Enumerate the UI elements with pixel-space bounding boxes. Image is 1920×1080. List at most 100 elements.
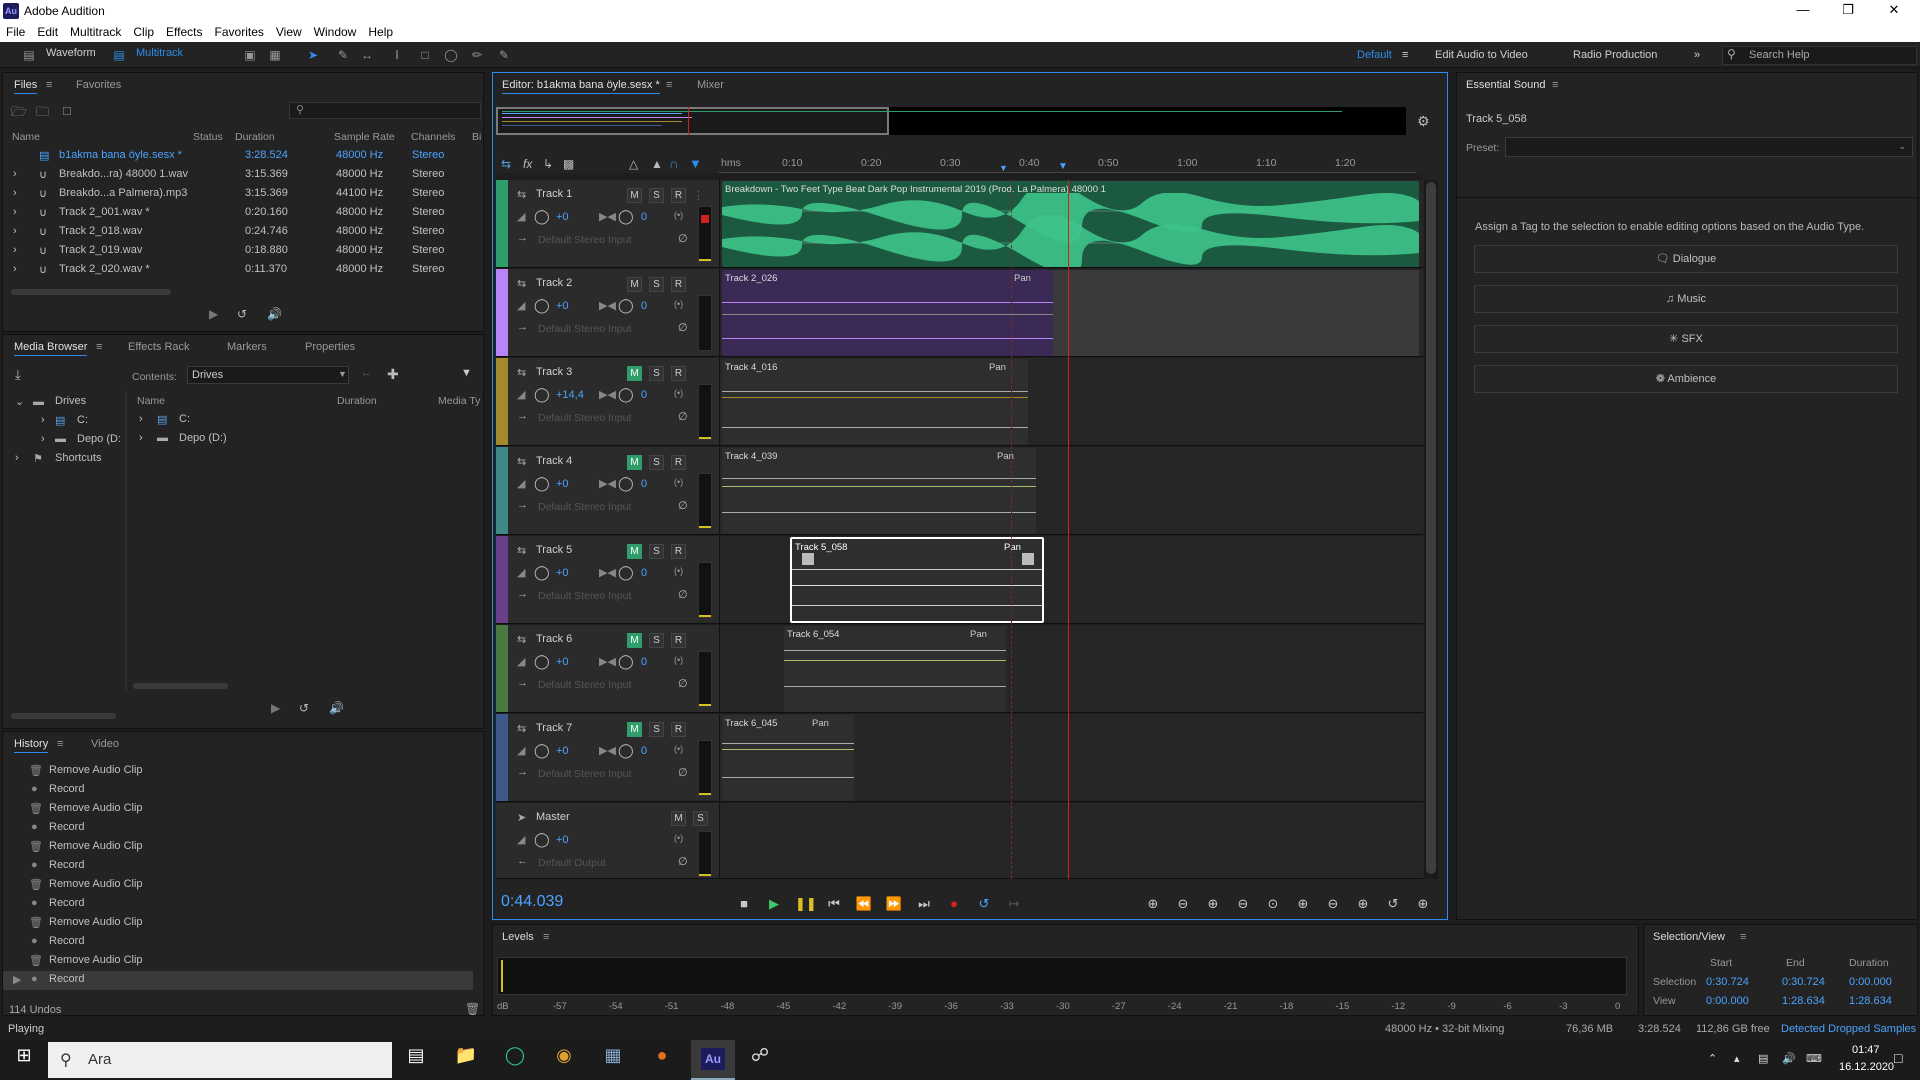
time-ruler[interactable]: hms 0:10 0:20 0:30 0:40 0:50 1:00 1:10 1… (719, 153, 1416, 173)
close-button[interactable]: ✕ (1874, 2, 1914, 20)
monitor-input-icon[interactable]: ⋮ (693, 189, 704, 202)
new-file-icon[interactable]: □ (63, 103, 71, 118)
phase-invert-icon[interactable]: ∅ (678, 588, 688, 601)
brush-icon[interactable]: ✏ (470, 48, 484, 62)
track-name[interactable]: Track 4 (536, 455, 572, 467)
levels-title[interactable]: Levels (502, 931, 534, 943)
volume-value[interactable]: +14,4 (556, 389, 584, 401)
input-select[interactable]: Default Stereo Input (538, 412, 631, 424)
menu-multitrack[interactable]: Multitrack (64, 22, 127, 39)
add-shortcut-icon[interactable]: ✚ (387, 366, 399, 383)
history-item-current[interactable]: ▶ ● Record (3, 971, 473, 990)
clear-history-icon[interactable]: 🗑 (465, 1002, 480, 1016)
pitch-icon[interactable]: ▦ (268, 48, 282, 62)
track-name[interactable]: Track 2 (536, 277, 572, 289)
volume-knob[interactable]: ◯ (534, 653, 550, 670)
workspace-radio[interactable]: Radio Production (1573, 49, 1657, 61)
files-search-input[interactable]: ⚲ (289, 102, 481, 119)
volume-knob[interactable]: ◯ (534, 742, 550, 759)
skip-start-icon[interactable]: ⏮ (825, 896, 843, 914)
satellite-app-icon[interactable]: ☍ (740, 1045, 780, 1075)
pan-value[interactable]: 0 (641, 567, 647, 579)
volume-value[interactable]: +0 (556, 745, 569, 757)
view-start[interactable]: 0:00.000 (1706, 995, 1749, 1007)
solo-button[interactable]: S (649, 722, 664, 737)
tab-editor[interactable]: Editor: b1akma bana öyle.sesx * (502, 79, 660, 94)
overview-bar[interactable] (496, 107, 1406, 135)
file-row[interactable]: › ∪ Track 2_020.wav * 0:11.370 48000 Hz Stere… (3, 261, 473, 280)
pan-value[interactable]: 0 (641, 478, 647, 490)
record-arm-button[interactable]: R (671, 366, 686, 381)
col-media-duration[interactable]: Duration (337, 395, 377, 407)
play-preview-icon[interactable]: ▶ (271, 701, 280, 715)
record-arm-button[interactable]: R (671, 633, 686, 648)
zoom-out-point-icon[interactable]: ⊖ (1324, 896, 1342, 914)
stop-icon[interactable]: ■ (735, 896, 753, 914)
playhead-marker-icon[interactable]: ▼ (1058, 161, 1068, 172)
expand-icon[interactable]: › (41, 414, 45, 433)
record-arm-button[interactable]: R (671, 544, 686, 559)
clock-time[interactable]: 01:47 (1852, 1044, 1880, 1056)
input-select[interactable]: Default Stereo Input (538, 679, 631, 691)
record-arm-button[interactable]: R (671, 455, 686, 470)
pan-value[interactable]: 0 (641, 656, 647, 668)
zoom-lock-icon[interactable]: ⚙ (1417, 113, 1430, 130)
selection-view-title[interactable]: Selection/View (1653, 931, 1725, 943)
clip-volume-line[interactable] (722, 397, 1028, 398)
import-icon[interactable]: 🗀 (36, 103, 49, 125)
phase-invert-icon[interactable]: ∅ (678, 499, 688, 512)
input-select[interactable]: Default Stereo Input (538, 590, 631, 602)
loop-preview-icon[interactable]: ↺ (237, 307, 247, 321)
clip-pan-label[interactable]: Pan (812, 718, 829, 729)
stereo-icon[interactable]: (•) (674, 566, 683, 576)
playhead-icon[interactable]: ▲ (651, 157, 663, 171)
phase-invert-icon[interactable]: ∅ (678, 321, 688, 334)
app-icon[interactable]: ▦ (593, 1045, 633, 1075)
track-name[interactable]: Master (536, 811, 570, 823)
history-item[interactable]: ● Record (3, 857, 473, 876)
tab-markers[interactable]: Markers (227, 341, 267, 353)
speaker-icon[interactable]: 🔊 (1782, 1052, 1796, 1065)
col-channels[interactable]: Channels (411, 131, 455, 143)
expand-drives-icon[interactable]: ⌄ (15, 395, 24, 408)
menu-view[interactable]: View (270, 22, 308, 39)
col-media-type[interactable]: Media Ty (438, 395, 480, 407)
record-arm-button[interactable]: R (671, 277, 686, 292)
volume-knob[interactable]: ◯ (534, 386, 550, 403)
selection-duration[interactable]: 0:00.000 (1849, 976, 1892, 988)
track-name[interactable]: Track 6 (536, 633, 572, 645)
clip-volume-line[interactable] (784, 660, 1006, 661)
expand-icon[interactable]: › (139, 413, 143, 432)
fade-in-handle[interactable] (802, 553, 814, 565)
scroll-thumb[interactable] (1426, 182, 1436, 874)
pan-knob[interactable]: ◯ (618, 386, 634, 403)
expand-icon[interactable]: › (13, 187, 17, 199)
selection-marker-icon[interactable]: ▼ (999, 163, 1008, 173)
marker-snap-icon[interactable]: ▼ (689, 156, 702, 171)
stereo-icon[interactable]: (•) (674, 744, 683, 754)
tab-properties[interactable]: Properties (305, 341, 355, 353)
phase-invert-icon[interactable]: ∅ (678, 855, 688, 868)
clock-date[interactable]: 16.12.2020 (1839, 1061, 1894, 1073)
filter-icon[interactable]: ▼ (461, 367, 472, 379)
pause-icon[interactable]: ❚❚ (795, 896, 817, 914)
col-sample-rate[interactable]: Sample Rate (334, 131, 395, 143)
tree-c-drive[interactable]: C: (77, 414, 88, 433)
stereo-icon[interactable]: (•) (674, 833, 683, 843)
mute-button[interactable]: M (627, 633, 642, 648)
zoom-in-amplitude-icon[interactable]: ⊕ (1144, 896, 1162, 914)
volume-knob[interactable]: ◯ (534, 208, 550, 225)
tag-ambience-button[interactable]: ❁ Ambience (1474, 365, 1898, 393)
razor-tool-icon[interactable]: ✎ (336, 48, 350, 62)
history-item[interactable]: ● Record (3, 819, 473, 838)
windows-start-icon[interactable]: ⊞ (4, 1045, 44, 1075)
list-hscroll[interactable] (133, 683, 228, 689)
stereo-icon[interactable]: (•) (674, 210, 683, 220)
volume-knob[interactable]: ◯ (534, 564, 550, 581)
audition-taskbar-button[interactable]: Au (691, 1040, 735, 1080)
clip-volume-line[interactable] (722, 749, 854, 750)
audio-clip[interactable]: Track 2_026 Pan (722, 270, 1053, 356)
stereo-icon[interactable]: (•) (674, 477, 683, 487)
volume-value[interactable]: +0 (556, 300, 569, 312)
autoplay-icon[interactable]: 🔊 (267, 307, 282, 321)
